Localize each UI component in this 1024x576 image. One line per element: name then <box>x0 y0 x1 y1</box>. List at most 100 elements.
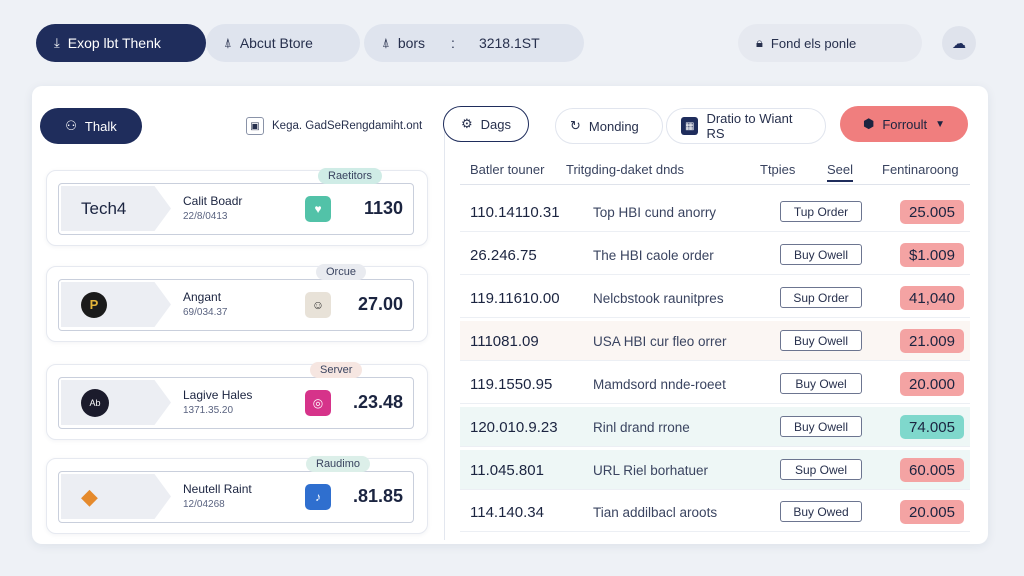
asset-card[interactable]: P Angant 69/034.37 ☺ 27.00 <box>46 266 428 342</box>
monding-button[interactable]: ↻ Monding <box>555 108 663 144</box>
card-logo: Ab <box>61 380 171 425</box>
table-row[interactable]: 119.1550.95 Mamdsord nnde-roeet Buy Owel… <box>460 364 970 404</box>
order-id: 26.246.75 <box>470 247 537 264</box>
card-body: Tech4 Calit Boadr 22/8/0413 ♥ 1130 <box>58 183 414 235</box>
order-action-button[interactable]: Tup Order <box>780 201 862 222</box>
tab-exop-label: Exop lbt Thenk <box>67 35 161 51</box>
column-header[interactable]: Fentinaroong <box>882 162 959 177</box>
order-action-button[interactable]: Buy Owel <box>780 373 862 394</box>
dags-button-label: Dags <box>480 116 511 132</box>
table-row[interactable]: 111081.09 USA HBI cur fleo orrer Buy Owe… <box>460 321 970 361</box>
user-icon: ⍋ <box>382 35 390 50</box>
dags-button[interactable]: ⚙ Dags <box>443 106 529 142</box>
column-header[interactable]: Ttpies <box>760 162 795 177</box>
chat-button[interactable]: ☁ <box>942 26 976 60</box>
column-header-active[interactable]: Seel <box>827 162 854 182</box>
breadcrumb-text: Kega. GadSeRengdamiht.ont <box>272 120 423 132</box>
order-description: USA HBI cur fleo orrer <box>593 334 727 349</box>
card-price: 27.00 <box>357 294 403 314</box>
tab-about[interactable]: ⍋ Abcut Btore <box>206 24 360 62</box>
badge-logo-icon: P <box>81 291 107 318</box>
table-row[interactable]: 114.140.34 Tian addilbacl aroots Buy Owe… <box>460 492 970 532</box>
chat-icon: ☁ <box>952 34 966 51</box>
tab-about-label: Abcut Btore <box>239 35 313 51</box>
card-name: Neutell Raint <box>183 482 252 496</box>
card-tag: Server <box>310 362 363 378</box>
tab-exop[interactable]: ⤓ Exop lbt Thenk <box>36 24 206 62</box>
order-amount-badge: 21.009 <box>900 329 964 353</box>
order-id: 110.14110.31 <box>470 204 560 221</box>
table-row[interactable]: 11.045.801 URL Riel borhatuer Sup Owel 6… <box>460 450 970 490</box>
asset-card[interactable]: Ab Lagive Hales 1371.35.20 ◎ .23.48 <box>46 364 428 440</box>
balance-label: bors <box>397 35 426 51</box>
card-price: 1130 <box>363 198 403 218</box>
order-description: The HBI caole order <box>593 248 714 263</box>
search-pill[interactable]: 🔒︎ Fond els ponle <box>738 24 922 62</box>
order-id: 120.010.9.23 <box>470 419 558 436</box>
card-date: 1371.35.20 <box>183 405 234 416</box>
panel-divider <box>444 130 445 540</box>
asset-card[interactable]: ◆ Neutell Raint 12/04268 ♪ .81.85 <box>46 458 428 534</box>
dags-icon: ⚙ <box>460 116 473 131</box>
order-action-button[interactable]: Buy Owell <box>780 416 862 437</box>
users-icon: ⚇ <box>65 118 77 133</box>
header-divider <box>460 184 970 185</box>
order-action-button[interactable]: Buy Owell <box>780 244 862 265</box>
balance-value: 3218.1ST <box>478 35 540 51</box>
app-icon[interactable]: ♪ <box>305 484 331 510</box>
order-amount-badge: 20.005 <box>900 500 964 524</box>
order-description: Mamdsord nnde-roeet <box>593 377 726 392</box>
table-row[interactable]: 110.14110.31 Top HBI cund anorry Tup Ord… <box>460 192 970 232</box>
refresh-icon: ↻ <box>570 118 581 133</box>
doratio-button[interactable]: ▦ Dratio to Wiant RS <box>666 108 826 144</box>
order-description: URL Riel borhatuer <box>593 463 709 478</box>
order-description: Nelcbstook raunitpres <box>593 291 724 306</box>
order-action-button[interactable]: Sup Order <box>780 287 862 308</box>
order-action-button[interactable]: Buy Owed <box>780 501 862 522</box>
order-action-button[interactable]: Buy Owell <box>780 330 862 351</box>
card-name: Angant <box>183 290 222 304</box>
order-id: 114.140.34 <box>470 504 544 521</box>
hexagon-icon: ⬢ <box>862 116 875 131</box>
column-header[interactable]: Tritgding-daket dnds <box>566 162 684 177</box>
table-row[interactable]: 119.11610.00 Nelcbstook raunitpres Sup O… <box>460 278 970 318</box>
image-icon: ▣ <box>246 117 264 135</box>
download-icon: ⤓ <box>54 35 60 50</box>
order-amount-badge: $1.009 <box>900 243 964 267</box>
card-name: Calit Boadr <box>183 194 243 208</box>
card-name: Lagive Hales <box>183 388 253 402</box>
forroult-dropdown[interactable]: ⬢ Forroult ▼ <box>840 106 968 142</box>
app-icon[interactable]: ◎ <box>305 390 331 416</box>
lock-icon: 🔒︎ <box>756 35 763 50</box>
cube-logo-icon: ◆ <box>81 483 98 509</box>
app-icon[interactable]: ♥ <box>305 196 331 222</box>
table-row[interactable]: 26.246.75 The HBI caole order Buy Owell … <box>460 235 970 275</box>
card-logo: ◆ <box>61 474 171 519</box>
order-description: Tian addilbacl aroots <box>593 505 718 520</box>
order-action-button[interactable]: Sup Owel <box>780 459 862 480</box>
card-price: .81.85 <box>352 486 403 506</box>
card-logo: Tech4 <box>61 186 171 231</box>
order-amount-badge: 41,040 <box>900 286 964 310</box>
card-date: 22/8/0413 <box>183 211 228 222</box>
search-text: Fond els ponle <box>770 35 857 51</box>
card-body: P Angant 69/034.37 ☺ 27.00 <box>58 279 414 331</box>
card-body: ◆ Neutell Raint 12/04268 ♪ .81.85 <box>58 471 414 523</box>
column-header[interactable]: Batler touner <box>470 162 544 177</box>
order-id: 111081.09 <box>470 333 539 350</box>
app-icon[interactable]: ☺ <box>305 292 331 318</box>
order-id: 119.1550.95 <box>470 376 553 393</box>
circle-logo-icon: Ab <box>81 388 109 417</box>
table-row[interactable]: 120.010.9.23 Rinl drand rrone Buy Owell … <box>460 407 970 447</box>
card-date: 69/034.37 <box>183 307 228 318</box>
thalk-button[interactable]: ⚇ Thalk <box>40 108 142 144</box>
order-amount-badge: 25.005 <box>900 200 964 224</box>
order-amount-badge: 74.005 <box>900 415 964 439</box>
order-id: 119.11610.00 <box>470 290 560 307</box>
breadcrumb[interactable]: ▣ Kega. GadSeRengdamiht.ont <box>232 110 440 142</box>
card-tag: Orcue <box>316 264 366 280</box>
order-id: 11.045.801 <box>470 462 544 479</box>
user-icon: ⍋ <box>224 35 232 50</box>
order-amount-badge: 20.000 <box>900 372 964 396</box>
balance-pill[interactable]: ⍋ bors : 3218.1ST <box>364 24 584 62</box>
